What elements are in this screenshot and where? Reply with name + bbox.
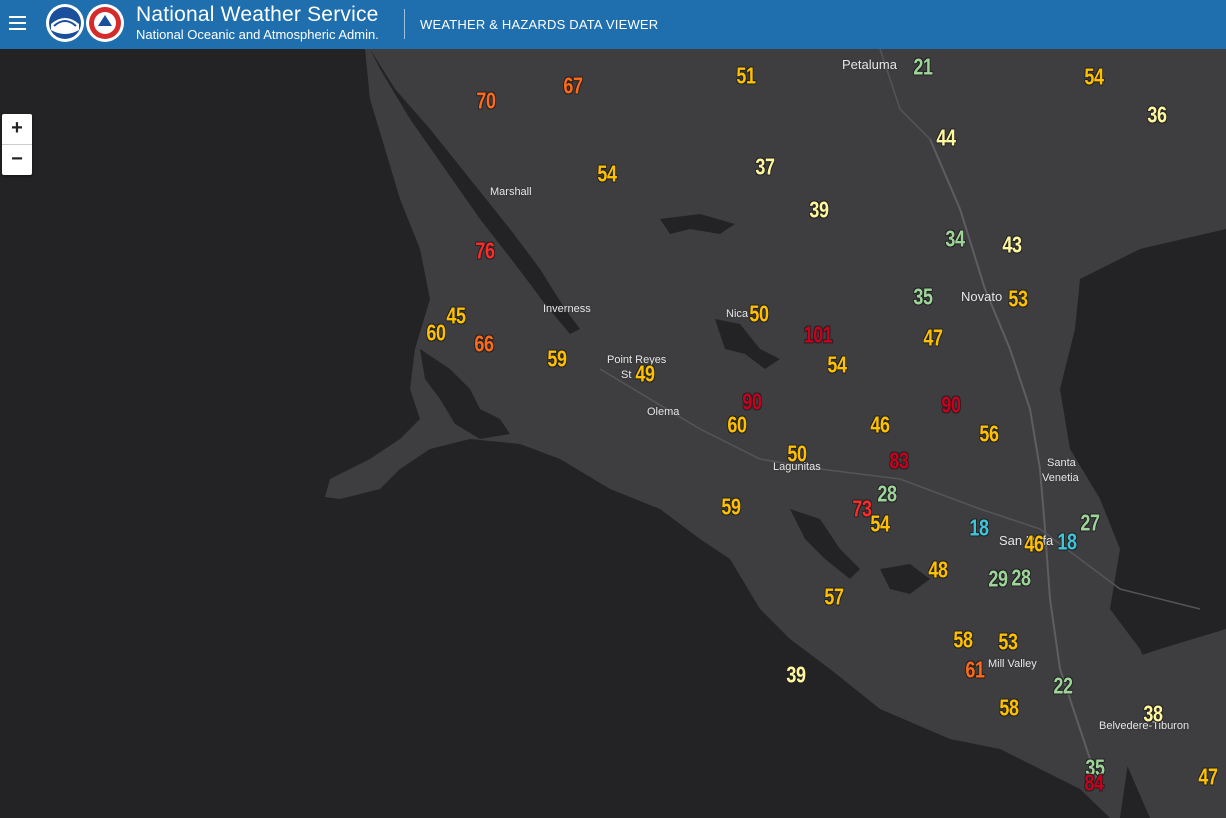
map-canvas[interactable]: Petaluma Marshall Inverness Nica Point R… xyxy=(0,49,1226,818)
observation-marker[interactable]: 49 xyxy=(635,361,655,388)
observation-marker[interactable]: 66 xyxy=(474,331,494,358)
app-title: WEATHER & HAZARDS DATA VIEWER xyxy=(420,17,659,32)
agency-block: National Weather Service National Oceani… xyxy=(136,4,379,41)
observation-marker[interactable]: 34 xyxy=(945,226,965,253)
observation-marker[interactable]: 101 xyxy=(804,322,833,349)
observation-marker[interactable]: 53 xyxy=(998,629,1018,656)
place-label: Mill Valley xyxy=(988,658,1037,670)
observation-marker[interactable]: 18 xyxy=(1057,529,1077,556)
observation-marker[interactable]: 56 xyxy=(979,421,999,448)
observation-marker[interactable]: 29 xyxy=(988,566,1008,593)
header-divider xyxy=(404,9,405,39)
observation-marker[interactable]: 28 xyxy=(877,481,897,508)
hamburger-menu-icon[interactable] xyxy=(8,12,28,36)
place-label: Santa xyxy=(1047,457,1076,469)
observation-marker[interactable]: 28 xyxy=(1011,565,1031,592)
observation-marker[interactable]: 48 xyxy=(928,557,948,584)
place-label: Nica xyxy=(726,308,749,320)
observation-marker[interactable]: 73 xyxy=(852,496,872,523)
observation-marker[interactable]: 37 xyxy=(755,154,775,181)
observation-marker[interactable]: 43 xyxy=(1002,232,1022,259)
observation-marker[interactable]: 50 xyxy=(787,441,807,468)
observation-marker[interactable]: 67 xyxy=(563,73,583,100)
observation-marker[interactable]: 45 xyxy=(446,303,466,330)
agency-name: National Weather Service xyxy=(136,3,379,26)
observation-marker[interactable]: 35 xyxy=(913,284,933,311)
observation-marker[interactable]: 76 xyxy=(475,238,495,265)
zoom-out-button[interactable]: − xyxy=(2,145,32,175)
observation-marker[interactable]: 61 xyxy=(965,657,985,684)
place-label: Marshall xyxy=(490,186,532,198)
observation-marker[interactable]: 90 xyxy=(941,392,961,419)
place-label: Olema xyxy=(647,406,680,418)
app-header: National Weather Service National Oceani… xyxy=(0,0,1226,49)
observation-marker[interactable]: 59 xyxy=(547,346,567,373)
land-east xyxy=(1160,89,1226,229)
observation-marker[interactable]: 39 xyxy=(786,662,806,689)
observation-marker[interactable]: 58 xyxy=(999,695,1019,722)
observation-marker[interactable]: 27 xyxy=(1080,510,1100,537)
place-label: Inverness xyxy=(543,303,591,315)
observation-marker[interactable]: 54 xyxy=(870,511,890,538)
place-label: Venetia xyxy=(1042,472,1079,484)
observation-marker[interactable]: 21 xyxy=(913,54,933,81)
observation-marker[interactable]: 51 xyxy=(736,63,756,90)
zoom-in-button[interactable]: + xyxy=(2,114,32,145)
observation-marker[interactable]: 47 xyxy=(1198,764,1218,791)
observation-marker[interactable]: 84 xyxy=(1084,770,1104,797)
observation-marker[interactable]: 46 xyxy=(1024,531,1044,558)
observation-marker[interactable]: 54 xyxy=(1084,64,1104,91)
observation-marker[interactable]: 36 xyxy=(1147,102,1167,129)
observation-marker[interactable]: 46 xyxy=(870,412,890,439)
observation-marker[interactable]: 83 xyxy=(889,448,909,475)
observation-marker[interactable]: 60 xyxy=(426,320,446,347)
observation-marker[interactable]: 70 xyxy=(476,88,496,115)
observation-marker[interactable]: 53 xyxy=(1008,286,1028,313)
observation-marker[interactable]: 50 xyxy=(749,301,769,328)
agency-subtitle: National Oceanic and Atmospheric Admin. xyxy=(136,27,379,42)
observation-marker[interactable]: 44 xyxy=(936,125,956,152)
place-label: Petaluma xyxy=(842,57,897,72)
zoom-control: + − xyxy=(2,114,32,175)
observation-marker[interactable]: 54 xyxy=(827,352,847,379)
observation-marker[interactable]: 57 xyxy=(824,584,844,611)
observation-marker[interactable]: 59 xyxy=(721,494,741,521)
observation-marker[interactable]: 22 xyxy=(1053,673,1073,700)
place-label: St xyxy=(621,369,632,381)
observation-marker[interactable]: 39 xyxy=(809,197,829,224)
observation-marker[interactable]: 54 xyxy=(597,161,617,188)
nws-logo xyxy=(86,4,124,42)
observation-marker[interactable]: 58 xyxy=(953,627,973,654)
noaa-logo xyxy=(46,4,84,42)
observation-marker[interactable]: 47 xyxy=(923,325,943,352)
place-label: Novato xyxy=(961,289,1003,304)
observation-marker[interactable]: 60 xyxy=(727,412,747,439)
observation-marker[interactable]: 18 xyxy=(969,515,989,542)
observation-marker[interactable]: 38 xyxy=(1143,701,1163,728)
